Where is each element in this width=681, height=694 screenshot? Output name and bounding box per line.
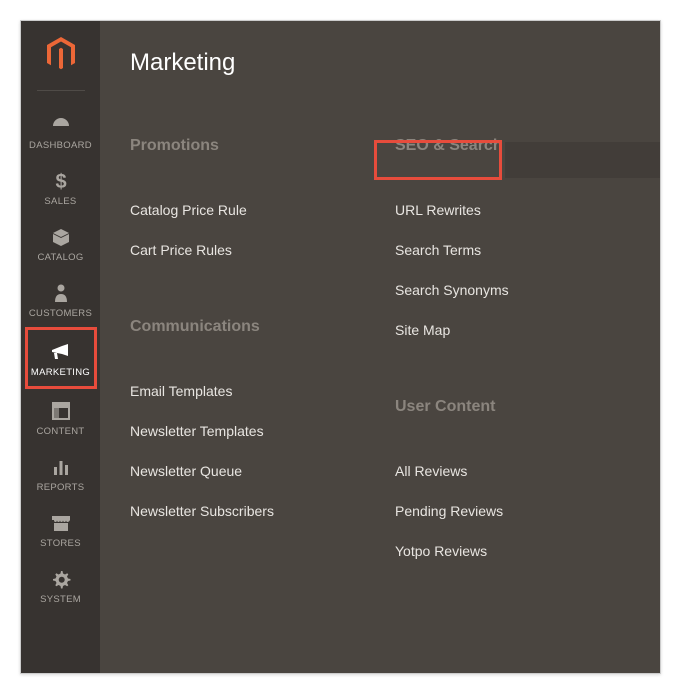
box-icon [50, 225, 72, 249]
megaphone-icon [50, 340, 72, 364]
sidebar-item-marketing[interactable]: MARKETING [25, 327, 97, 389]
store-icon [50, 511, 72, 535]
marketing-panel: Marketing Promotions Catalog Price Rule … [100, 21, 660, 673]
sidebar-item-label: SYSTEM [40, 594, 81, 605]
panel-right-column: SEO & Search URL Rewrites Search Terms S… [395, 137, 660, 571]
sidebar-item-reports[interactable]: REPORTS [25, 445, 97, 501]
link-pending-reviews[interactable]: Pending Reviews [395, 491, 660, 531]
layout-icon [51, 399, 71, 423]
section-title-user-content: User Content [395, 398, 660, 416]
link-catalog-price-rule[interactable]: Catalog Price Rule [130, 190, 395, 230]
sidebar-item-stores[interactable]: STORES [25, 501, 97, 557]
svg-text:$: $ [55, 171, 66, 192]
section-title-seo: SEO & Search [395, 137, 660, 155]
sidebar-item-label: CATALOG [37, 252, 83, 263]
link-search-terms[interactable]: Search Terms [395, 230, 660, 270]
sidebar: DASHBOARD $ SALES CATALOG CUSTOMERS MARK… [21, 21, 100, 673]
sidebar-item-label: MARKETING [31, 367, 90, 378]
sidebar-item-label: CONTENT [36, 426, 84, 437]
sidebar-item-label: DASHBOARD [29, 140, 92, 151]
dollar-icon: $ [52, 169, 70, 193]
section-title-promotions: Promotions [130, 137, 395, 155]
link-search-synonyms[interactable]: Search Synonyms [395, 270, 660, 310]
link-newsletter-queue[interactable]: Newsletter Queue [130, 451, 395, 491]
sidebar-item-label: REPORTS [37, 482, 85, 493]
link-site-map[interactable]: Site Map [395, 310, 660, 350]
panel-left-column: Promotions Catalog Price Rule Cart Price… [130, 137, 395, 571]
person-icon [52, 281, 70, 305]
link-all-reviews[interactable]: All Reviews [395, 451, 660, 491]
panel-title: Marketing [130, 49, 660, 77]
link-cart-price-rules[interactable]: Cart Price Rules [130, 230, 395, 270]
link-yotpo-reviews[interactable]: Yotpo Reviews [395, 531, 660, 571]
link-url-rewrites[interactable]: URL Rewrites [395, 190, 660, 230]
link-newsletter-subscribers[interactable]: Newsletter Subscribers [130, 491, 395, 531]
link-newsletter-templates[interactable]: Newsletter Templates [130, 411, 395, 451]
link-email-templates[interactable]: Email Templates [130, 371, 395, 411]
sidebar-item-label: CUSTOMERS [29, 308, 92, 319]
magento-logo-icon[interactable] [45, 36, 77, 72]
sidebar-item-sales[interactable]: $ SALES [25, 159, 97, 215]
divider [37, 90, 85, 91]
bars-icon [51, 455, 71, 479]
sidebar-item-dashboard[interactable]: DASHBOARD [25, 103, 97, 159]
panel-columns: Promotions Catalog Price Rule Cart Price… [130, 137, 660, 571]
sidebar-item-label: STORES [40, 538, 81, 549]
app-frame: DASHBOARD $ SALES CATALOG CUSTOMERS MARK… [20, 20, 661, 674]
gauge-icon [50, 113, 72, 137]
sidebar-item-customers[interactable]: CUSTOMERS [25, 271, 97, 327]
section-title-communications: Communications [130, 318, 395, 336]
sidebar-item-label: SALES [44, 196, 76, 207]
sidebar-item-system[interactable]: SYSTEM [25, 557, 97, 613]
sidebar-item-catalog[interactable]: CATALOG [25, 215, 97, 271]
gear-icon [51, 567, 71, 591]
sidebar-item-content[interactable]: CONTENT [25, 389, 97, 445]
